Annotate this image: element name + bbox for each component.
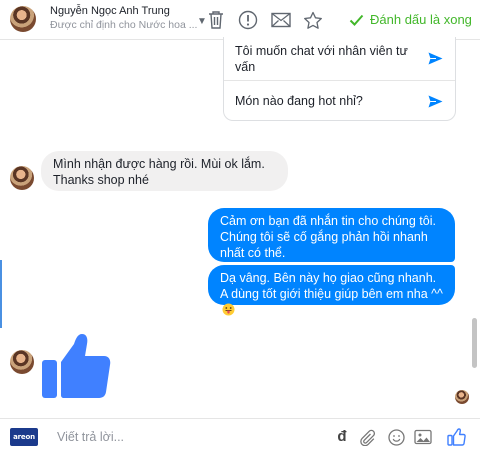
- envelope-icon[interactable]: [270, 9, 292, 31]
- trash-icon[interactable]: [205, 9, 227, 31]
- assigned-to-label: Được chỉ định cho Nước hoa ...: [50, 19, 198, 31]
- composer: areon đ: [0, 418, 480, 453]
- contact-avatar[interactable]: [10, 6, 36, 32]
- tongue-emoji-icon: [222, 303, 235, 316]
- page-logo: areon: [10, 428, 38, 446]
- quick-reply-item[interactable]: Tôi muốn chat với nhân viên tư vấn: [224, 37, 455, 81]
- quick-reply-text: Tôi muốn chat với nhân viên tư vấn: [235, 43, 408, 74]
- outgoing-message: Dạ vâng. Bên này họ giao cũng nhanh. A d…: [208, 265, 455, 316]
- incoming-message: Mình nhận được hàng rồi. Mùi ok lắm. Tha…: [41, 151, 288, 191]
- payment-button[interactable]: đ: [333, 428, 351, 446]
- like-sticker-icon: [42, 334, 111, 398]
- scrollbar-thumb[interactable]: [472, 318, 477, 368]
- exclamation-icon[interactable]: [237, 9, 259, 31]
- image-icon[interactable]: [414, 428, 432, 446]
- currency-icon: đ: [337, 428, 347, 445]
- reply-input[interactable]: [57, 428, 307, 446]
- send-icon[interactable]: [428, 52, 443, 65]
- like-icon[interactable]: [446, 428, 466, 446]
- outgoing-message: Cảm ơn bạn đã nhắn tin cho chúng tôi. Ch…: [208, 208, 455, 262]
- checkmark-icon: [349, 14, 364, 26]
- page-logo-text: areon: [13, 433, 35, 441]
- selection-indicator: [0, 260, 2, 328]
- contact-name[interactable]: Nguyễn Ngọc Anh Trung: [50, 5, 170, 17]
- sender-avatar[interactable]: [10, 350, 34, 374]
- quick-replies-card: Tôi muốn chat với nhân viên tư vấn Món n…: [223, 37, 456, 121]
- seen-avatar: [455, 390, 469, 404]
- outgoing-message-text: Dạ vâng. Bên này họ giao cũng nhanh. A d…: [220, 271, 443, 301]
- attachment-icon[interactable]: [358, 428, 376, 446]
- sender-avatar[interactable]: [10, 166, 34, 190]
- mark-as-done-button[interactable]: Đánh dấu là xong: [349, 12, 472, 27]
- send-icon[interactable]: [428, 95, 443, 108]
- quick-reply-item[interactable]: Món nào đang hot nhỉ?: [224, 81, 455, 121]
- star-icon[interactable]: [302, 9, 324, 31]
- emoji-icon[interactable]: [387, 428, 405, 446]
- mark-as-done-label: Đánh dấu là xong: [370, 12, 472, 27]
- quick-reply-text: Món nào đang hot nhỉ?: [235, 94, 363, 108]
- conversation-header: Nguyễn Ngọc Anh Trung Được chỉ định cho …: [0, 0, 480, 40]
